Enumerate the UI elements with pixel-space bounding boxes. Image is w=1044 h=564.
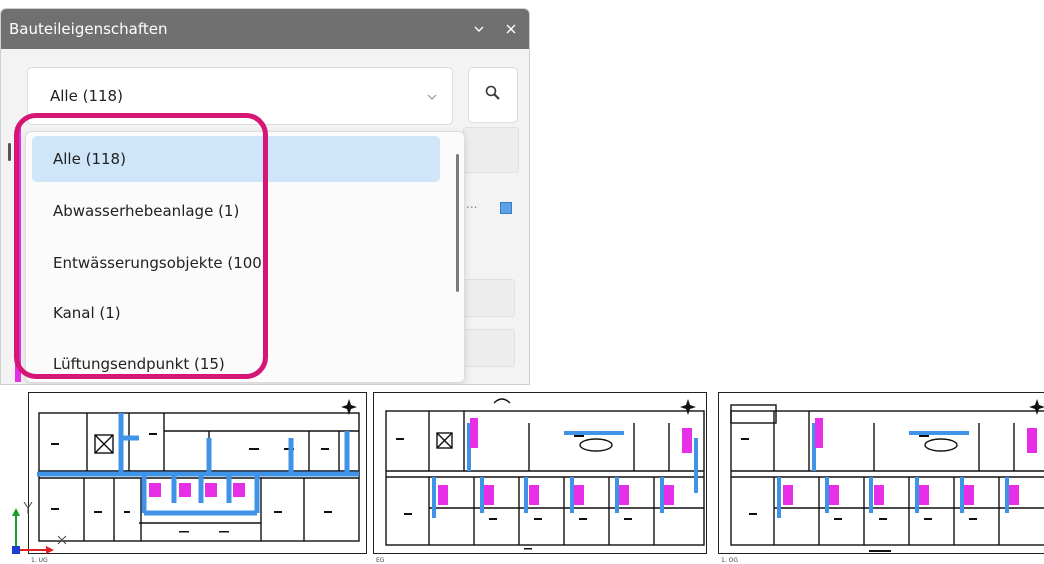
color-swatch[interactable] [500, 202, 512, 214]
list-item-label: Abwasserhebeanlage (1) [53, 202, 240, 220]
background-field [463, 279, 515, 317]
floor-plan-eg[interactable]: EG [373, 392, 707, 564]
more-button[interactable]: ... [466, 197, 477, 211]
plan-label: 1. OG [721, 557, 739, 564]
selection-marker [8, 143, 11, 161]
color-indicator [15, 127, 21, 382]
list-item[interactable]: Abwasserhebeanlage (1) [32, 188, 440, 234]
list-item-label: Lüftungsendpunkt (15) [53, 355, 225, 373]
floor-plan-drawing [730, 399, 1044, 552]
floor-plan-drawing [385, 398, 705, 550]
panel-title: Bauteileigenschaften [9, 20, 168, 38]
close-icon[interactable] [501, 19, 521, 39]
list-item[interactable]: Alle (118) [32, 136, 440, 182]
dropdown-scrollbar[interactable] [456, 154, 459, 292]
background-field [463, 329, 515, 367]
list-item[interactable]: Entwässerungsobjekte (100) [32, 240, 440, 286]
category-select[interactable]: Alle (118) [27, 67, 453, 125]
list-item[interactable]: Lüftungsendpunkt (15) [32, 341, 440, 382]
plan-label: EG [376, 557, 385, 564]
list-item-label: Kanal (1) [53, 304, 121, 322]
background-field [463, 127, 519, 173]
category-dropdown-list: Alle (118) Abwasserhebeanlage (1) Entwäs… [25, 131, 465, 383]
search-icon [484, 84, 502, 106]
ucs-axis-icon [12, 501, 67, 554]
floor-plan-ug[interactable]: 1. UG [28, 392, 367, 564]
list-item[interactable]: Kanal (1) [32, 290, 440, 336]
panel-titlebar: Bauteileigenschaften [1, 9, 529, 49]
floor-plan-drawing [37, 399, 360, 542]
category-select-value: Alle (118) [50, 87, 123, 105]
list-item-label: Alle (118) [53, 150, 126, 168]
floor-plan-1og[interactable]: 1. OG [718, 392, 1044, 564]
search-button[interactable] [468, 67, 518, 123]
chevron-down-icon [426, 87, 438, 105]
component-properties-panel: Bauteileigenschaften Alle (118) ... Alle… [0, 8, 530, 385]
chevron-down-icon[interactable] [469, 19, 489, 39]
list-item-label: Entwässerungsobjekte (100) [53, 254, 268, 272]
